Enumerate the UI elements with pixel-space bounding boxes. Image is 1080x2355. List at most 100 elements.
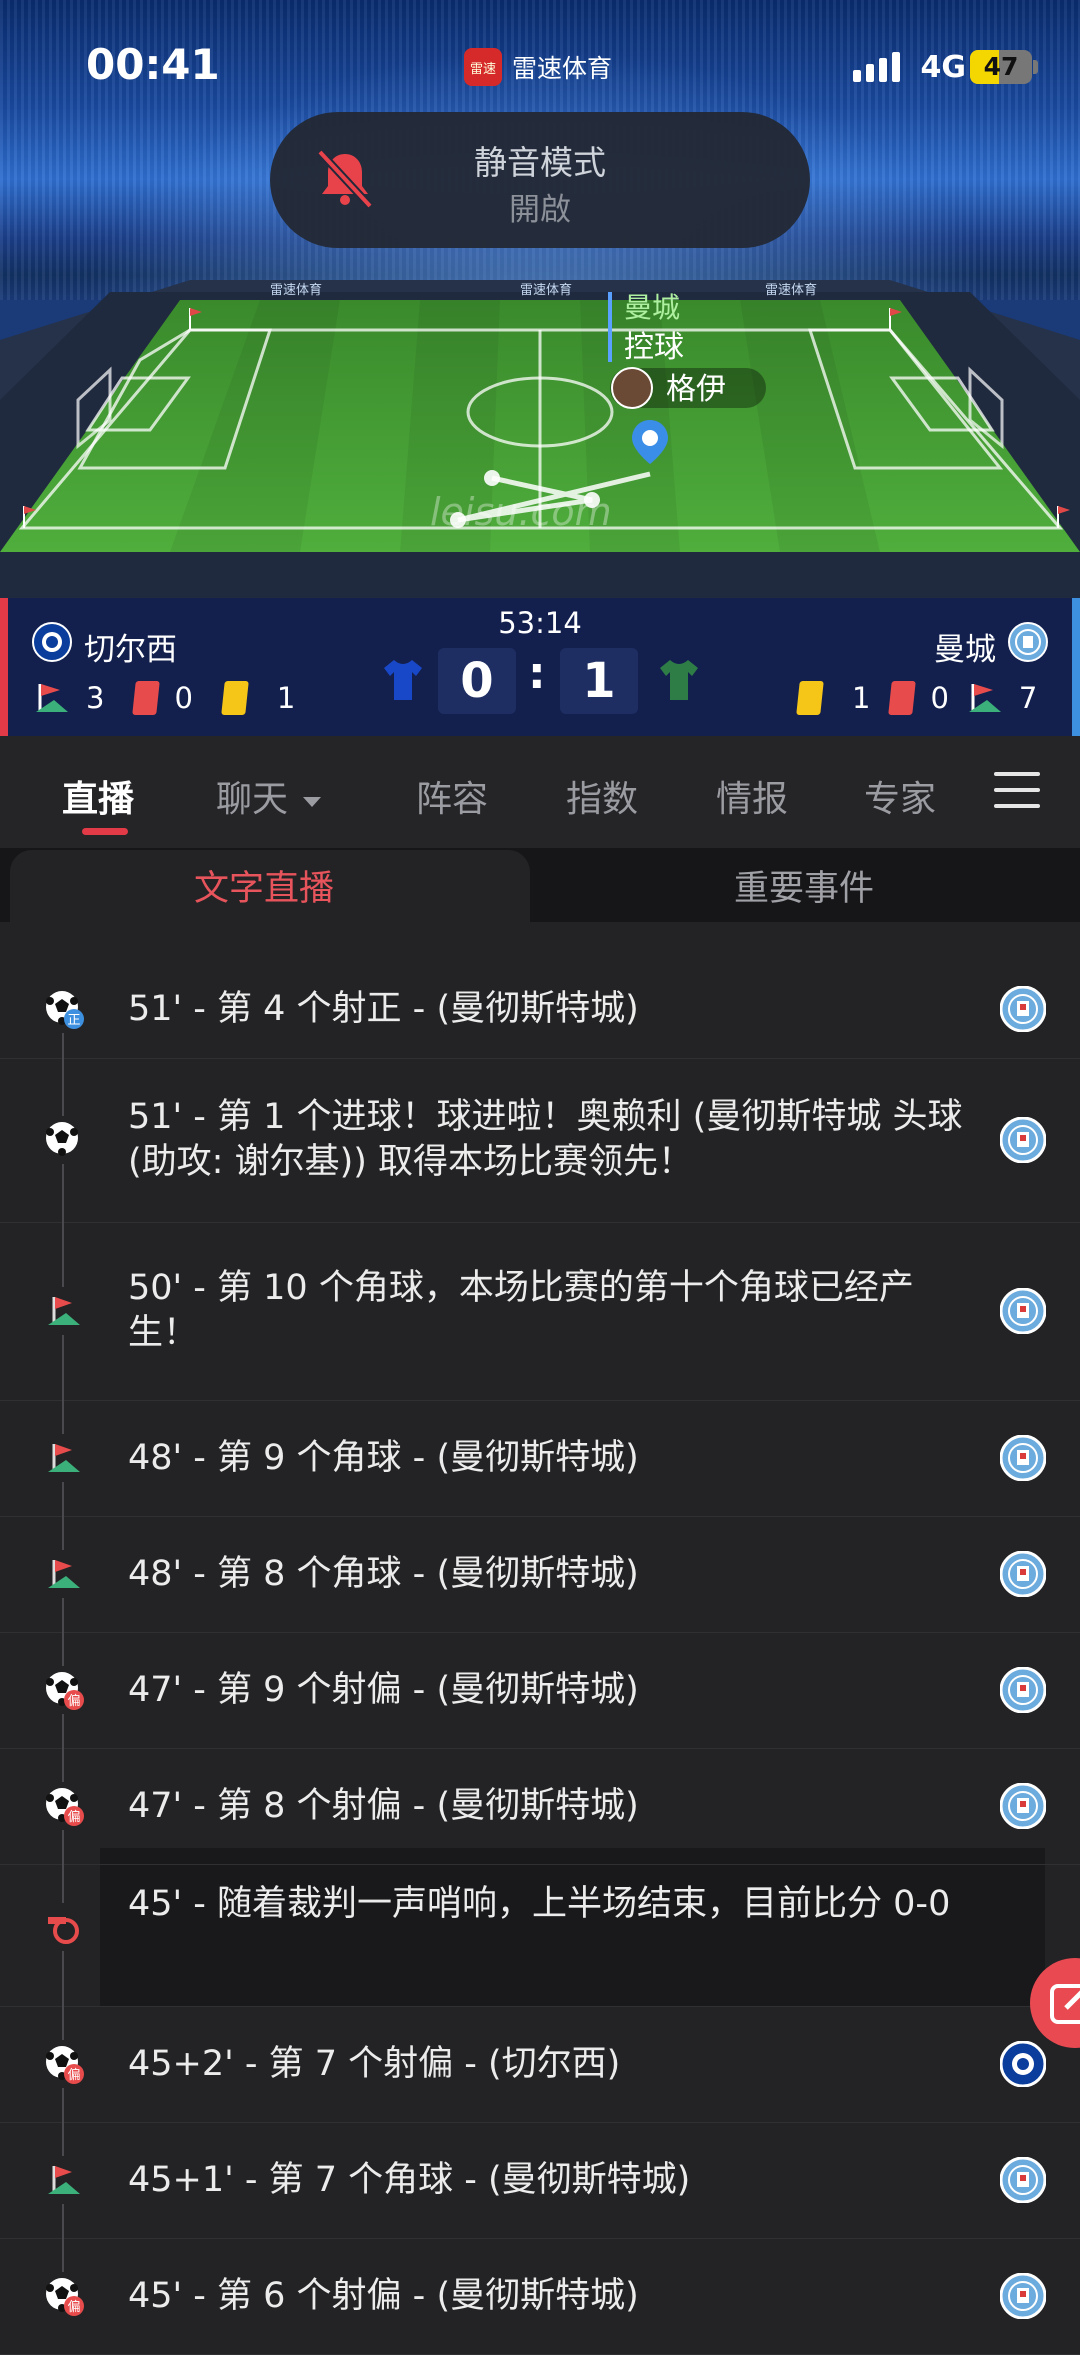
tab-chat[interactable]: 聊天: [216, 770, 325, 822]
red-card-icon: [132, 681, 161, 715]
feed-item: 48' - 第 8 个角球 - (曼彻斯特城): [0, 1516, 1080, 1666]
mancity-crest-icon: [999, 2272, 1047, 2320]
shot-off-target-icon: 偏: [44, 1786, 84, 1826]
home-shirt-icon: [384, 660, 422, 700]
shot-off-target-icon: 偏: [44, 2044, 84, 2084]
feed-item: 偏 47' - 第 9 个射偏 - (曼彻斯特城): [0, 1632, 1080, 1782]
whistle-icon: [44, 1907, 84, 1947]
home-score: 0: [438, 648, 516, 714]
svg-text:雷速体育: 雷速体育: [520, 282, 572, 298]
app-logo: 雷速: [464, 48, 502, 86]
svg-text:偏: 偏: [67, 2068, 80, 2083]
feed-item-text: 45+2' - 第 7 个射偏 - (切尔西): [128, 2044, 621, 2084]
mancity-crest-icon: [999, 985, 1047, 1033]
feed-item-text: 45+1' - 第 7 个角球 - (曼彻斯特城): [128, 2160, 691, 2200]
feed-item: 45+1' - 第 7 个角球 - (曼彻斯特城): [0, 2122, 1080, 2272]
away-shirt-icon: [660, 660, 698, 700]
mancity-crest-icon: [999, 1666, 1047, 1714]
goal-icon: [44, 1120, 84, 1160]
shot-on-target-icon: 正: [44, 989, 84, 1029]
tab-live[interactable]: 直播: [62, 770, 134, 822]
silent-mode-notice: 静音模式 開啟: [270, 112, 810, 248]
mancity-crest-icon: [999, 2156, 1047, 2204]
mancity-crest-icon: [999, 1287, 1047, 1335]
away-stats: 1 0 7: [796, 680, 1037, 716]
home-stats: 3 0 1: [34, 680, 295, 716]
match-clock: 53:14: [498, 606, 582, 640]
shot-off-target-icon: 偏: [44, 2276, 84, 2316]
svg-text:雷速体育: 雷速体育: [765, 282, 817, 298]
chelsea-crest-icon: [999, 2040, 1047, 2088]
mancity-crest-icon: [999, 1782, 1047, 1830]
mancity-crest-icon: [999, 1434, 1047, 1482]
yellow-card-icon: [796, 681, 824, 715]
feed-item: 51' - 第 1 个进球！球进啦！奥赖利 (曼彻斯特城 头球 (助攻: 谢尔基…: [0, 1058, 1080, 1287]
network-type: 4G: [920, 50, 967, 85]
battery-level: 47: [983, 52, 1019, 81]
notice-status: 開啟: [509, 192, 571, 228]
away-score: 1: [560, 648, 638, 714]
yellow-card-icon: [221, 681, 249, 715]
corner-flag-icon: [968, 684, 1001, 712]
shot-off-target-icon: 偏: [44, 1670, 84, 1710]
corner-flag-icon: [36, 684, 68, 712]
score-separator: :: [528, 648, 546, 699]
feed-item-text: 51' - 第 1 个进球！球进啦！奥赖利 (曼彻斯特城 头球 (助攻: 谢尔基…: [128, 1097, 963, 1182]
feed-item-text: 50' - 第 10 个角球，本场比赛的第十个角球已经产生！: [128, 1268, 914, 1353]
feed-item-text: 51' - 第 4 个射正 - (曼彻斯特城): [128, 989, 639, 1029]
home-red-cards: 0: [174, 681, 193, 715]
away-yellow-cards: 1: [852, 681, 871, 715]
pitch-watermark: leisu.com: [430, 490, 612, 534]
feed-item-text: 47' - 第 9 个射偏 - (曼彻斯特城): [128, 1670, 639, 1710]
status-time: 00:41: [86, 40, 220, 89]
svg-text:偏: 偏: [67, 1694, 80, 1709]
status-bar: 00:41 雷速 雷速体育 4G 47: [0, 0, 1080, 130]
chevron-down-icon: [303, 797, 322, 807]
corner-flag-icon: [44, 1438, 84, 1478]
svg-text:偏: 偏: [67, 1810, 80, 1825]
feed-item-text: 45' - 第 6 个射偏 - (曼彻斯特城): [128, 2276, 639, 2316]
home-yellow-cards: 1: [276, 681, 296, 715]
possession-label: 控球: [624, 330, 684, 365]
active-tab-indicator: [82, 828, 128, 835]
feed-item: 50' - 第 10 个角球，本场比赛的第十个角球已经产生！: [0, 1222, 1080, 1434]
menu-icon[interactable]: [994, 772, 1040, 808]
corner-flag-icon: [44, 2160, 84, 2200]
tab-experts[interactable]: 专家: [864, 770, 936, 822]
away-red-cards: 0: [930, 681, 949, 715]
tab-odds[interactable]: 指数: [566, 770, 638, 822]
corner-flag-icon: [44, 1554, 84, 1594]
player-name: 格伊: [666, 372, 726, 407]
notice-title: 静音模式: [474, 143, 606, 182]
match-animation-panel: 00:41 雷速 雷速体育 4G 47 静音模式 開啟 雷速体育 雷速体育 雷速…: [0, 0, 1080, 598]
feed-item-text: 48' - 第 9 个角球 - (曼彻斯特城): [128, 1438, 639, 1478]
feed-item: 48' - 第 9 个角球 - (曼彻斯特城): [0, 1400, 1080, 1550]
subtab-key-events[interactable]: 重要事件: [734, 860, 874, 911]
red-card-icon: [888, 681, 917, 715]
svg-text:偏: 偏: [67, 2300, 80, 2315]
away-team-name: 曼城: [934, 632, 996, 668]
feed-item: 偏 45+2' - 第 7 个射偏 - (切尔西): [0, 2006, 1080, 2156]
feed-item-text: 48' - 第 8 个角球 - (曼彻斯特城): [128, 1554, 639, 1594]
tab-chat-label: 聊天: [216, 779, 289, 820]
mancity-crest-icon: [999, 1550, 1047, 1598]
mancity-crest-icon: [1008, 622, 1048, 662]
subtab-text-live[interactable]: 文字直播: [194, 860, 334, 911]
mancity-crest-icon: [999, 1116, 1047, 1164]
feed-item-text: 45' - 随着裁判一声哨响，上半场结束，目前比分 0-0: [128, 1884, 951, 1924]
match-tabs: 直播 聊天 阵容 指数 情报 专家: [0, 736, 1080, 848]
app-indicator: 雷速 雷速体育: [464, 48, 612, 86]
feed-item: 正 51' - 第 4 个射正 - (曼彻斯特城): [0, 960, 1080, 1116]
football-pitch: 雷速体育 雷速体育 雷速体育 leisu.com: [0, 280, 1080, 598]
tab-intel[interactable]: 情报: [716, 770, 788, 822]
app-name: 雷速体育: [512, 54, 613, 83]
battery-icon: 47: [970, 50, 1032, 84]
edit-icon: [1050, 1984, 1080, 2024]
tab-lineup[interactable]: 阵容: [416, 770, 488, 822]
signal-icon: [853, 52, 900, 82]
possession-team: 曼城: [624, 291, 681, 324]
svg-text:正: 正: [67, 1013, 80, 1028]
corner-flag-icon: [44, 1291, 84, 1331]
board-text: 雷速体育: [270, 282, 322, 298]
feed-item-text: 47' - 第 8 个射偏 - (曼彻斯特城): [128, 1786, 639, 1826]
